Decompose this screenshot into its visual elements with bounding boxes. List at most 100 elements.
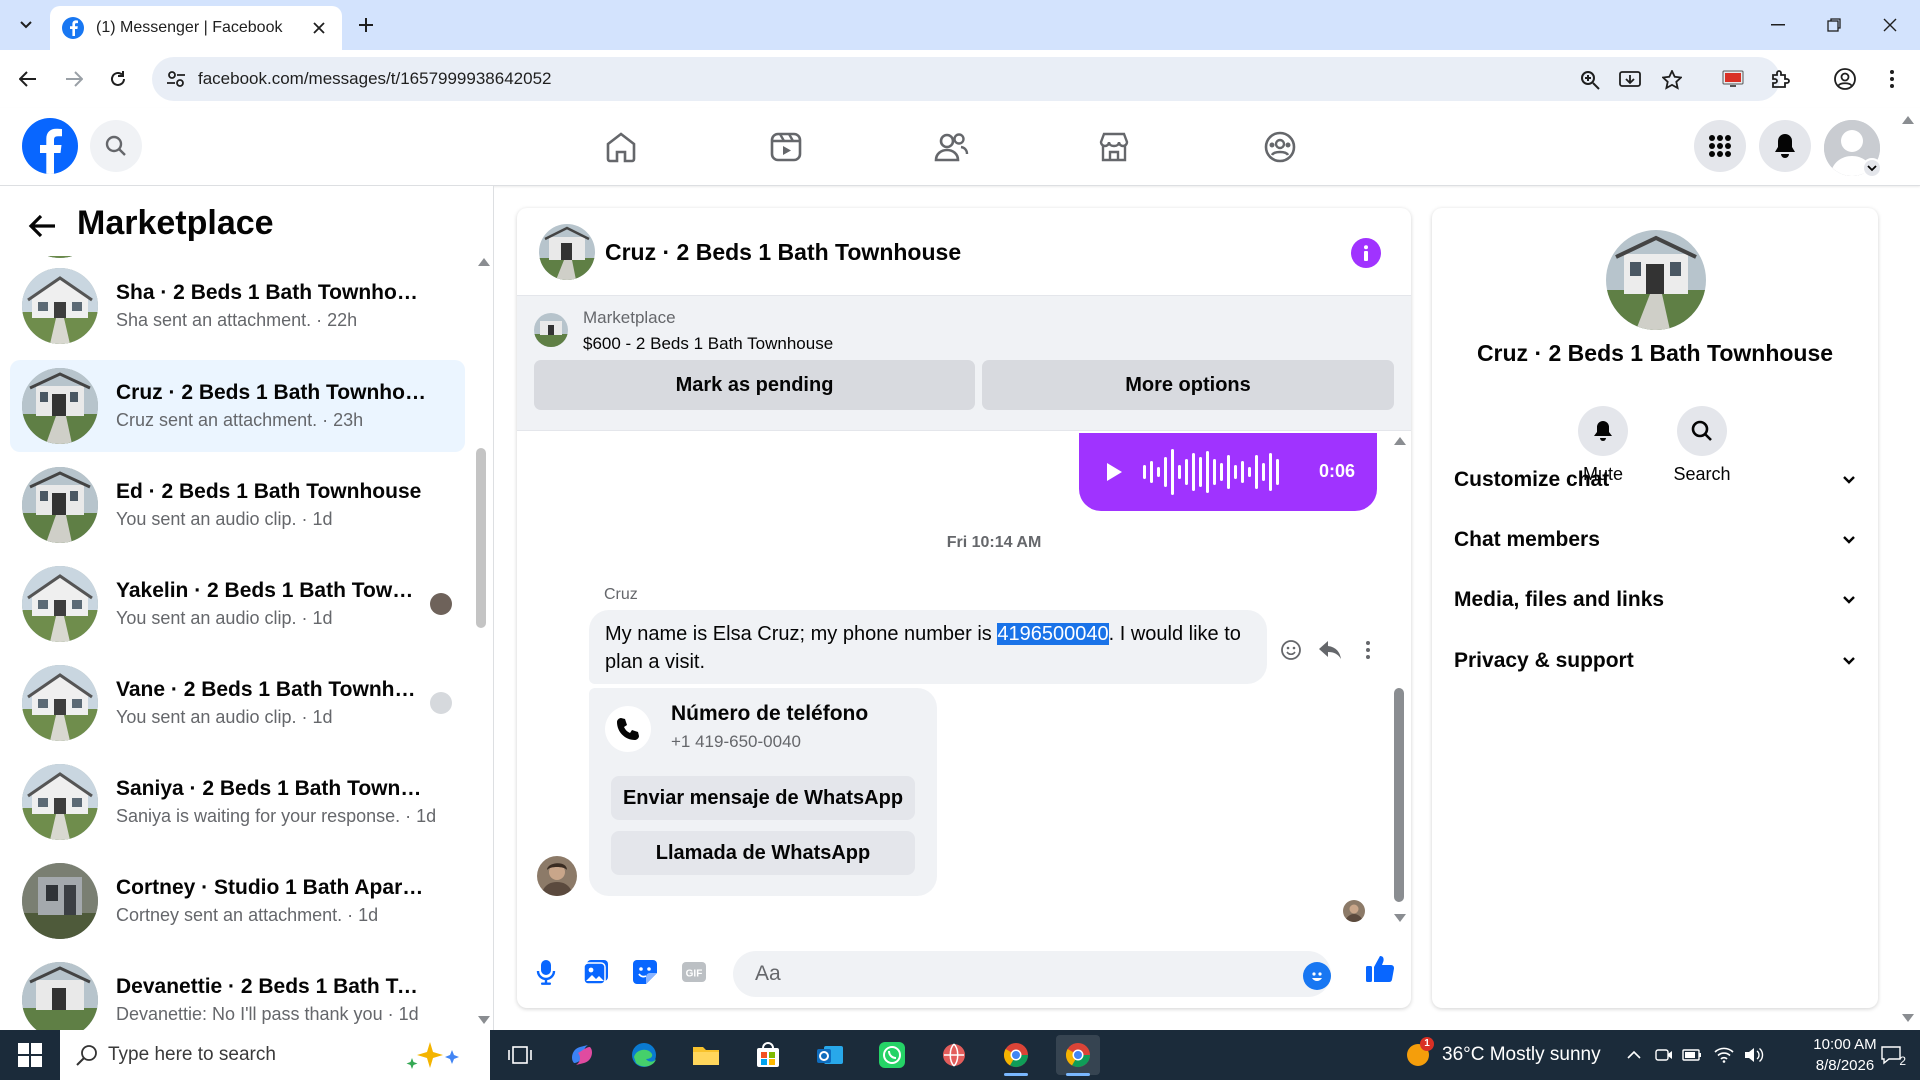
wifi-icon[interactable]	[1714, 1045, 1734, 1065]
account-chevron-down-icon[interactable]	[1862, 158, 1882, 178]
reload-icon[interactable]	[102, 63, 134, 95]
gif-icon[interactable]: GIF	[677, 955, 711, 989]
audio-message-bubble[interactable]: 0:06	[1079, 433, 1377, 511]
whatsapp-message-button[interactable]: Enviar mensaje de WhatsApp	[611, 776, 915, 820]
notification-center-icon[interactable]: 2	[1876, 1044, 1906, 1068]
install-app-icon[interactable]	[1618, 68, 1642, 92]
scroll-up-arrow-icon[interactable]	[478, 258, 490, 266]
tab-search-chevron-icon[interactable]	[12, 11, 40, 39]
privacy-support-section[interactable]: Privacy & support	[1454, 641, 1856, 681]
notifications-bell-icon[interactable]	[1759, 120, 1811, 172]
back-arrow-icon[interactable]	[24, 208, 60, 244]
file-explorer-icon[interactable]	[684, 1035, 728, 1075]
conversation-row[interactable]: Devanettie · 2 Beds 1 Bath Town... Devan…	[10, 954, 465, 1030]
whatsapp-icon[interactable]	[870, 1035, 914, 1075]
minimize-window-icon[interactable]	[1750, 8, 1806, 42]
forward-arrow-icon[interactable]	[58, 63, 90, 95]
groups-icon[interactable]	[1240, 122, 1320, 172]
contact-avatar-large[interactable]	[1606, 230, 1706, 330]
battery-icon[interactable]	[1682, 1045, 1702, 1065]
chat-scrollbar[interactable]	[1394, 688, 1404, 902]
menu-grid-icon[interactable]	[1694, 120, 1746, 172]
close-window-icon[interactable]	[1862, 8, 1918, 42]
marketplace-icon[interactable]	[1074, 122, 1154, 172]
mute-bell-icon[interactable]	[1578, 406, 1628, 456]
back-arrow-icon[interactable]	[12, 63, 44, 95]
system-clock[interactable]: 10:00 AM 8/8/2026	[1764, 1034, 1884, 1076]
taskbar-search-box[interactable]: Type here to search	[60, 1030, 490, 1080]
extensions-puzzle-icon[interactable]	[1767, 65, 1795, 93]
bookmark-star-icon[interactable]	[1660, 68, 1684, 92]
incoming-message-bubble[interactable]: My name is Elsa Cruz; my phone number is…	[589, 610, 1267, 684]
section-label: Customize chat	[1454, 468, 1610, 491]
listing-title[interactable]: $600 - 2 Beds 1 Bath Townhouse	[583, 334, 833, 354]
conversation-row[interactable]: Yakelin · 2 Beds 1 Bath Townh... You sen…	[10, 558, 465, 650]
media-files-links-section[interactable]: Media, files and links	[1454, 580, 1856, 620]
page-scroll-down-arrow-icon[interactable]	[1902, 1014, 1914, 1022]
weather-widget[interactable]: 1 36°C Mostly sunny	[1404, 1030, 1601, 1080]
browser-tab[interactable]: (1) Messenger | Facebook	[50, 6, 342, 50]
more-options-button[interactable]: More options	[982, 360, 1394, 410]
screen-record-extension-icon[interactable]	[1719, 65, 1747, 93]
conversation-info-icon[interactable]	[1351, 238, 1381, 268]
photo-gallery-icon[interactable]	[579, 955, 613, 989]
message-input[interactable]: Aa	[733, 951, 1331, 997]
microsoft-store-icon[interactable]	[746, 1035, 790, 1075]
mark-as-pending-button[interactable]: Mark as pending	[534, 360, 975, 410]
more-actions-kebab-icon[interactable]	[1354, 636, 1382, 664]
listing-thumbnail[interactable]	[534, 313, 568, 347]
copilot-app-icon[interactable]	[560, 1035, 604, 1075]
profile-icon[interactable]	[1831, 65, 1859, 93]
restore-window-icon[interactable]	[1806, 8, 1862, 42]
edge-browser-icon[interactable]	[622, 1035, 666, 1075]
browser-menu-kebab-icon[interactable]	[1878, 65, 1906, 93]
scroll-down-arrow-icon[interactable]	[478, 1016, 490, 1024]
whatsapp-call-button[interactable]: Llamada de WhatsApp	[611, 831, 915, 875]
page-scroll-up-arrow-icon[interactable]	[1902, 116, 1914, 124]
outlook-mail-icon[interactable]	[808, 1035, 852, 1075]
customize-chat-section[interactable]: Customize chat	[1454, 460, 1856, 500]
contact-avatar[interactable]	[539, 224, 595, 280]
volume-icon[interactable]	[1744, 1045, 1764, 1065]
conversation-list-scrollbar[interactable]	[476, 448, 486, 628]
zoom-icon[interactable]	[1578, 68, 1602, 92]
thumbs-up-like-icon[interactable]	[1363, 952, 1397, 986]
tab-title: (1) Messenger | Facebook	[96, 19, 283, 36]
address-bar[interactable]: facebook.com/messages/t/1657999938642052	[152, 57, 1780, 101]
conversation-row[interactable]: Sha · 2 Beds 1 Bath Townhouse Sha sent a…	[10, 260, 465, 352]
scroll-up-arrow-icon[interactable]	[1394, 437, 1406, 445]
react-emoji-icon[interactable]	[1277, 636, 1305, 664]
show-hidden-icons-chevron-up-icon[interactable]	[1624, 1045, 1644, 1065]
seen-avatar	[430, 593, 452, 615]
pinned-app-icon[interactable]	[932, 1035, 976, 1075]
chrome-profile-2-icon[interactable]	[1056, 1035, 1100, 1076]
meet-camera-icon[interactable]	[1654, 1045, 1674, 1065]
chat-members-section[interactable]: Chat members	[1454, 520, 1856, 560]
sender-avatar[interactable]	[537, 856, 577, 896]
close-tab-icon[interactable]	[308, 17, 330, 39]
sticker-icon[interactable]	[628, 955, 662, 989]
conversation-row[interactable]: Saniya · 2 Beds 1 Bath Townhouse Saniya …	[10, 756, 465, 848]
conversation-row-selected[interactable]: Cruz · 2 Beds 1 Bath Townhouse Cruz sent…	[10, 360, 465, 452]
search-icon[interactable]	[1677, 406, 1727, 456]
home-icon[interactable]	[581, 122, 661, 172]
play-icon[interactable]	[1105, 462, 1123, 482]
emoji-picker-icon[interactable]	[1303, 962, 1331, 990]
conversation-row[interactable]: Ed · 2 Beds 1 Bath Townhouse You sent an…	[10, 459, 465, 551]
task-view-icon[interactable]	[498, 1035, 542, 1075]
microphone-icon[interactable]	[529, 955, 563, 989]
chrome-profile-1-icon[interactable]	[994, 1035, 1038, 1076]
friends-icon[interactable]	[911, 122, 991, 172]
chat-title[interactable]: Cruz · 2 Beds 1 Bath Townhouse	[605, 239, 961, 266]
facebook-search-icon[interactable]	[90, 120, 142, 172]
conversation-row[interactable]: Cortney · Studio 1 Bath Apartment Cortne…	[10, 855, 465, 947]
new-tab-plus-icon[interactable]	[352, 11, 380, 39]
windows-start-icon[interactable]	[12, 1040, 48, 1070]
reply-arrow-icon[interactable]	[1316, 636, 1344, 664]
site-settings-icon[interactable]	[166, 69, 186, 89]
conversation-row[interactable]: Vane · 2 Beds 1 Bath Townhouse You sent …	[10, 657, 465, 749]
highlighted-phone-number[interactable]: 4196500040	[997, 623, 1109, 645]
video-icon[interactable]	[746, 122, 826, 172]
facebook-logo-icon[interactable]	[22, 118, 78, 174]
scroll-down-arrow-icon[interactable]	[1394, 914, 1406, 922]
